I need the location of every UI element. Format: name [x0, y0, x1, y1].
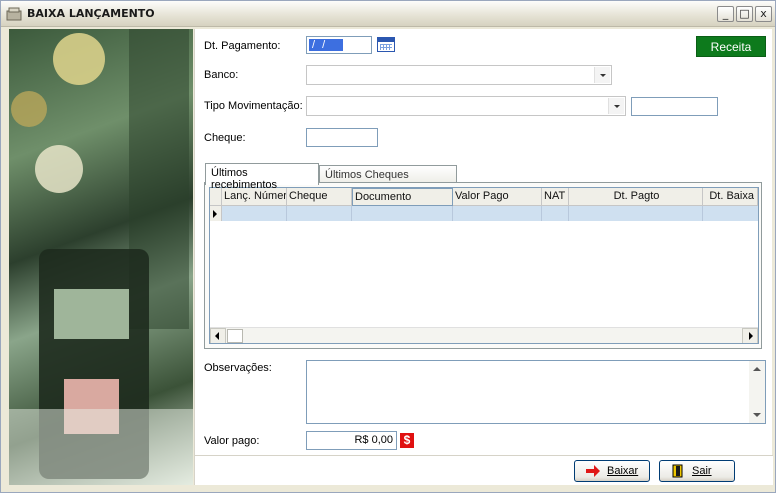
footer-bar: Baixar Sair	[195, 455, 773, 485]
form-panel: Dt. Pagamento: / / Receita Banco: Tipo M…	[194, 29, 773, 485]
horizontal-scrollbar[interactable]	[210, 327, 758, 343]
column-header-valor-pago[interactable]: Valor Pago	[453, 188, 542, 206]
window: BAIXA LANÇAMENTO _ □ x Dt. Pagamento: / …	[0, 0, 776, 493]
cheque-label: Cheque:	[204, 132, 246, 144]
dt-pagamento-input[interactable]: / /	[306, 36, 372, 54]
observacoes-label: Observações:	[204, 362, 272, 374]
valor-pago-label: Valor pago:	[204, 435, 260, 447]
maximize-button[interactable]: □	[736, 6, 753, 22]
table-cell[interactable]	[703, 206, 758, 221]
minimize-button[interactable]: _	[717, 6, 734, 22]
calendar-icon[interactable]	[377, 37, 395, 52]
chevron-down-icon[interactable]	[608, 98, 624, 114]
cheque-input[interactable]	[306, 128, 378, 147]
table-cell[interactable]	[542, 206, 569, 221]
close-button[interactable]: x	[755, 6, 772, 22]
window-title: BAIXA LANÇAMENTO	[27, 7, 155, 20]
recebimentos-grid[interactable]: Lanç. Númer Cheque Documento Valor Pago …	[209, 187, 759, 344]
table-cell[interactable]	[222, 206, 287, 221]
scrollbar-thumb[interactable]	[227, 329, 243, 343]
tipo-movimentacao-select[interactable]	[306, 96, 626, 116]
baixar-label: Baixar	[607, 465, 639, 477]
column-header-dt-pagto[interactable]: Dt. Pagto	[569, 188, 703, 206]
table-row[interactable]	[222, 206, 758, 221]
table-cell[interactable]	[287, 206, 352, 221]
app-icon	[6, 7, 22, 21]
tab-panel: Lanç. Númer Cheque Documento Valor Pago …	[204, 182, 762, 349]
table-cell[interactable]	[453, 206, 542, 221]
tipo-movimentacao-label: Tipo Movimentação:	[204, 100, 303, 112]
observacoes-textarea[interactable]	[306, 360, 766, 424]
money-calculator-illustration	[9, 29, 193, 485]
money-icon[interactable]: $	[400, 433, 414, 448]
exit-door-icon	[672, 464, 683, 478]
tipo-movimentacao-extra-input[interactable]	[631, 97, 718, 116]
grid-header: Lanç. Númer Cheque Documento Valor Pago …	[210, 188, 758, 206]
row-indicator-icon	[210, 206, 222, 221]
tab-ultimos-recebimentos[interactable]: Últimos recebimentos	[205, 163, 319, 191]
arrow-right-icon	[586, 465, 600, 477]
decorative-side-image	[9, 29, 193, 485]
column-header-cheque[interactable]: Cheque	[287, 188, 352, 206]
scroll-up-icon[interactable]	[749, 361, 765, 377]
sair-button[interactable]: Sair	[659, 460, 735, 482]
column-header-nat[interactable]: NAT	[542, 188, 569, 206]
dt-pagamento-label: Dt. Pagamento:	[204, 40, 281, 52]
vertical-scrollbar[interactable]	[749, 361, 765, 423]
table-cell[interactable]	[352, 206, 453, 221]
valor-pago-input[interactable]: R$ 0,00	[306, 431, 397, 450]
column-header-dt-baixa[interactable]: Dt. Baixa	[703, 188, 758, 206]
baixar-button[interactable]: Baixar	[574, 460, 650, 482]
banco-select[interactable]	[306, 65, 612, 85]
banco-label: Banco:	[204, 69, 239, 81]
scroll-down-icon[interactable]	[749, 407, 765, 423]
scroll-left-icon[interactable]	[210, 328, 226, 343]
column-header-documento[interactable]: Documento	[352, 188, 453, 206]
scroll-right-icon[interactable]	[742, 328, 758, 343]
title-bar[interactable]: BAIXA LANÇAMENTO _ □ x	[1, 1, 775, 27]
chevron-down-icon[interactable]	[594, 67, 610, 83]
receita-button[interactable]: Receita	[696, 36, 766, 57]
table-cell[interactable]	[569, 206, 703, 221]
dt-pagamento-value: / /	[309, 39, 343, 51]
sair-label: Sair	[692, 465, 712, 477]
